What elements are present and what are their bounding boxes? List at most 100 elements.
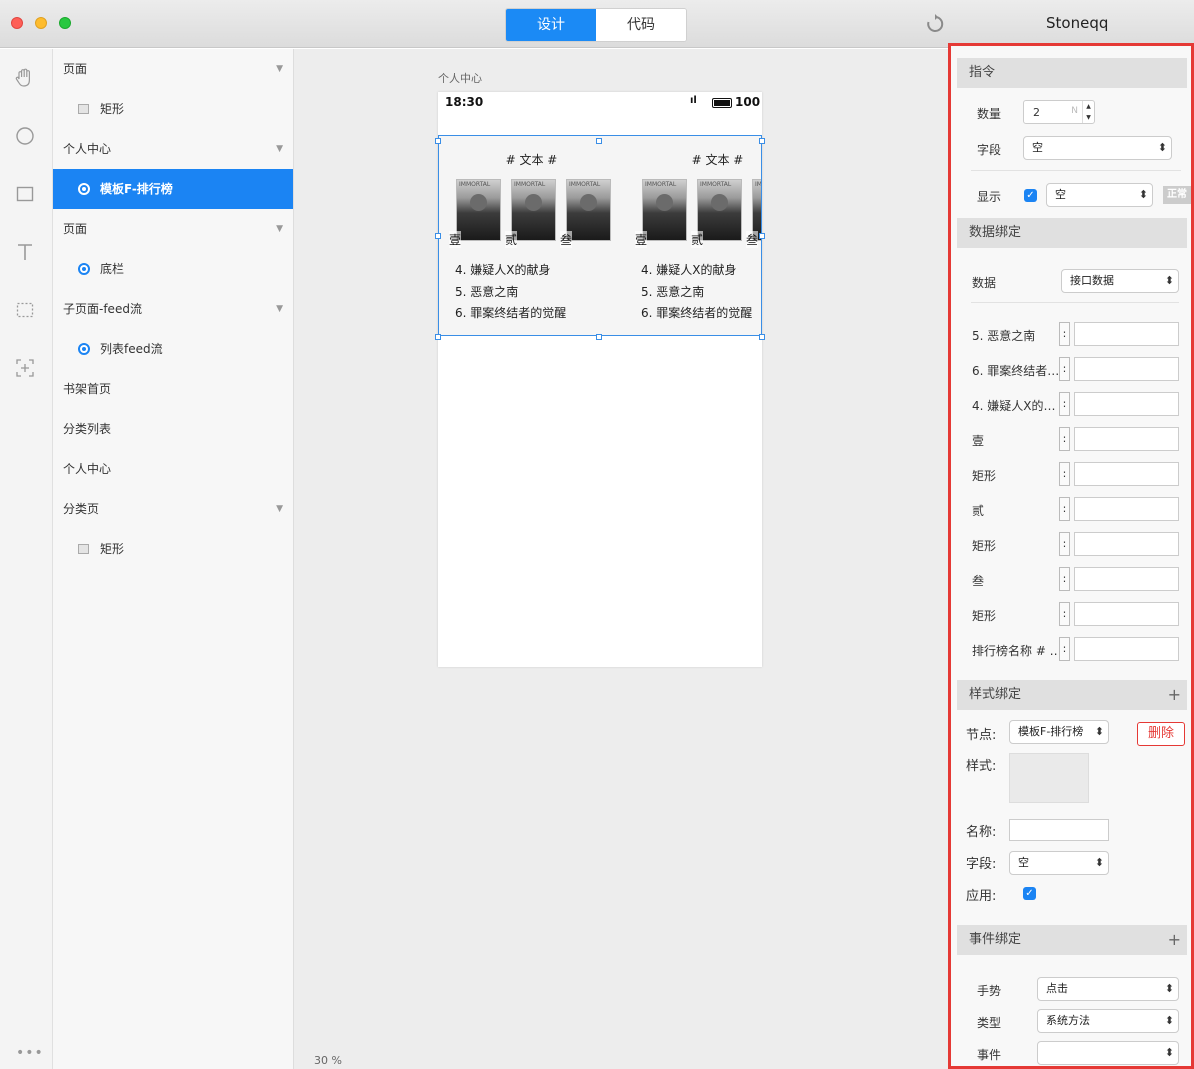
layer-item[interactable]: 页面 ▼	[53, 49, 293, 89]
marquee-tool-icon[interactable]	[14, 299, 36, 321]
layer-item[interactable]: 个人中心 ▼	[53, 129, 293, 169]
expand-caret-icon[interactable]: ▼	[276, 489, 283, 529]
binding-value-input[interactable]	[1074, 462, 1179, 486]
binding-value-input[interactable]	[1074, 532, 1179, 556]
style-preview[interactable]	[1009, 753, 1089, 803]
binding-field-label: 矩形	[972, 469, 997, 483]
gesture-select[interactable]: 点击	[1037, 977, 1179, 1001]
artboard-label: 个人中心	[438, 72, 482, 85]
stepper-arrows-icon[interactable]: ▲ ▼	[1082, 101, 1094, 123]
layer-item[interactable]: 分类页 ▼	[53, 489, 293, 529]
design-canvas[interactable]: 个人中心 18:30 ıl 100 # 文本 # 壹 贰 叁 4. 嫌疑人X的献身 5. …	[294, 49, 948, 1069]
book-cover-image[interactable]	[511, 179, 556, 241]
user-name[interactable]: Stoneqq	[1046, 14, 1108, 32]
resize-handle-bottom-right[interactable]	[759, 334, 765, 340]
resize-handle-bottom-left[interactable]	[435, 334, 441, 340]
add-event-icon[interactable]: +	[1168, 925, 1181, 955]
layer-item[interactable]: 页面 ▼	[53, 209, 293, 249]
layer-label: 模板F-排行榜	[100, 182, 173, 196]
tab-code[interactable]: 代码	[596, 9, 686, 41]
show-checkbox[interactable]: ✓	[1024, 189, 1037, 202]
count-stepper[interactable]: 2 N ▲ ▼	[1023, 100, 1095, 124]
layer-item[interactable]: 底栏	[53, 249, 293, 289]
rank-number: 贰	[691, 231, 704, 248]
binding-value-input[interactable]	[1074, 392, 1179, 416]
binding-menu-icon[interactable]: :	[1059, 392, 1070, 416]
binding-value-input[interactable]	[1074, 637, 1179, 661]
binding-field-label: 贰	[972, 504, 985, 518]
data-source-select[interactable]: 接口数据	[1061, 269, 1179, 293]
ranking-column[interactable]: # 文本 # 壹 贰 叁 4. 嫌疑人X的献身 5. 恶意之南 6. 罪案终结者的觉醒	[439, 136, 624, 335]
binding-menu-icon[interactable]: :	[1059, 497, 1070, 521]
directive-field-select[interactable]: 空	[1023, 136, 1172, 160]
binding-value-input[interactable]	[1074, 602, 1179, 626]
book-cover-image[interactable]	[697, 179, 742, 241]
resize-handle-top-left[interactable]	[435, 138, 441, 144]
binding-value-input[interactable]	[1074, 322, 1179, 346]
add-frame-tool-icon[interactable]	[14, 357, 36, 379]
style-field-select[interactable]: 空	[1009, 851, 1109, 875]
apply-checkbox[interactable]: ✓	[1023, 887, 1036, 900]
add-style-icon[interactable]: +	[1168, 680, 1181, 710]
layer-item[interactable]: 子页面-feed流 ▼	[53, 289, 293, 329]
ranking-column[interactable]: # 文本 # 壹 贰 叁 4. 嫌疑人X的献身 5. 恶意之南 6. 罪案终结者的觉醒	[625, 136, 761, 335]
binding-menu-icon[interactable]: :	[1059, 462, 1070, 486]
resize-handle-top-right[interactable]	[759, 138, 765, 144]
binding-menu-icon[interactable]: :	[1059, 532, 1070, 556]
binding-menu-icon[interactable]: :	[1059, 322, 1070, 346]
directive-field-label: 字段	[977, 143, 1002, 157]
expand-caret-icon[interactable]: ▼	[276, 49, 283, 89]
zoom-level[interactable]: 30 %	[314, 1054, 342, 1067]
phone-status-bar: 18:30 ıl 100	[438, 92, 762, 114]
rectangle-tool-icon[interactable]	[14, 183, 36, 205]
book-cover-image[interactable]	[456, 179, 501, 241]
refresh-icon[interactable]	[924, 14, 946, 36]
expand-caret-icon[interactable]: ▼	[276, 129, 283, 169]
zoom-window-button[interactable]	[59, 17, 71, 29]
event-select[interactable]	[1037, 1041, 1179, 1065]
hand-tool-icon[interactable]	[14, 67, 36, 89]
ellipse-tool-icon[interactable]	[14, 125, 36, 147]
directive-divider	[971, 170, 1181, 171]
layer-item[interactable]: 书架首页	[53, 369, 293, 409]
layer-item[interactable]: 分类列表	[53, 409, 293, 449]
layer-item[interactable]: 个人中心	[53, 449, 293, 489]
name-input[interactable]	[1009, 819, 1109, 841]
binding-menu-icon[interactable]: :	[1059, 637, 1070, 661]
minimize-window-button[interactable]	[35, 17, 47, 29]
ranking-list-item: 4. 嫌疑人X的献身	[641, 263, 737, 277]
binding-menu-icon[interactable]: :	[1059, 427, 1070, 451]
binding-value-input[interactable]	[1074, 427, 1179, 451]
binding-menu-icon[interactable]: :	[1059, 357, 1070, 381]
more-icon[interactable]: •••	[16, 1045, 44, 1061]
ranking-template-component[interactable]: # 文本 #壹贰叁4. 嫌疑人X的献身5. 恶意之南6. 罪案终结者的觉醒# 文…	[438, 135, 762, 336]
binding-value-input[interactable]	[1074, 497, 1179, 521]
delete-style-button[interactable]: 删除	[1137, 722, 1186, 746]
layer-item[interactable]: 矩形	[53, 529, 293, 569]
binding-menu-icon[interactable]: :	[1059, 567, 1070, 591]
expand-caret-icon[interactable]: ▼	[276, 289, 283, 329]
book-cover-image[interactable]	[566, 179, 611, 241]
binding-value-input[interactable]	[1074, 357, 1179, 381]
node-select[interactable]: 模板F-排行榜	[1009, 720, 1109, 744]
close-window-button[interactable]	[11, 17, 23, 29]
phone-artboard[interactable]: 18:30 ıl 100 # 文本 # 壹 贰 叁 4. 嫌疑人X的献身 5. 恶意之南 6…	[438, 92, 762, 667]
book-cover-image[interactable]	[642, 179, 687, 241]
resize-handle-left[interactable]	[435, 233, 441, 239]
expand-caret-icon[interactable]: ▼	[276, 209, 283, 249]
binding-value-input[interactable]	[1074, 567, 1179, 591]
binding-menu-icon[interactable]: :	[1059, 602, 1070, 626]
resize-handle-top[interactable]	[596, 138, 602, 144]
event-label: 事件	[977, 1048, 1002, 1062]
text-tool-icon[interactable]	[14, 241, 36, 263]
resize-handle-right[interactable]	[759, 233, 765, 239]
show-select[interactable]: 空	[1046, 183, 1153, 207]
layer-item[interactable]: 模板F-排行榜	[53, 169, 293, 209]
layer-item[interactable]: 矩形	[53, 89, 293, 129]
event-binding-title: 事件绑定	[969, 932, 1022, 947]
type-select[interactable]: 系统方法	[1037, 1009, 1179, 1033]
tab-design[interactable]: 设计	[506, 9, 596, 41]
layer-item[interactable]: 列表feed流	[53, 329, 293, 369]
layer-label: 子页面-feed流	[63, 302, 142, 316]
resize-handle-bottom[interactable]	[596, 334, 602, 340]
